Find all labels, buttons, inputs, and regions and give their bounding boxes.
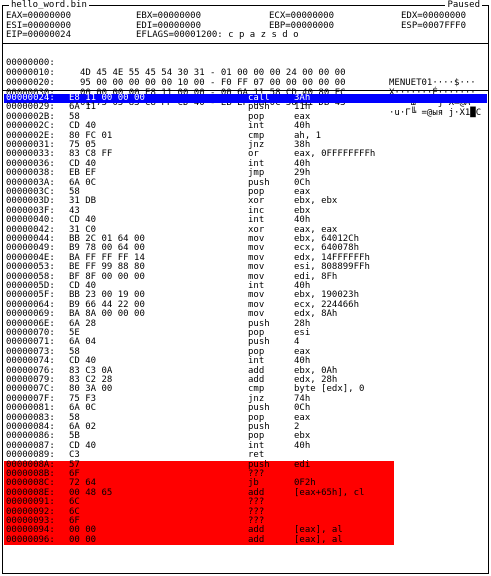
divider xyxy=(3,90,488,91)
instruction-operands: [eax+65h], cl xyxy=(294,487,365,498)
instruction-row[interactable]: 0000008A: 57 push edi xyxy=(4,459,394,470)
hex-bytes: 4D 45 4E 55 45 54 30 31 - 01 00 00 00 24… xyxy=(80,68,346,78)
divider xyxy=(3,43,488,44)
instruction-row[interactable]: 00000096: 00 00 add [eax], al xyxy=(4,534,394,546)
instruction-row[interactable]: 00000058: BF 8F 00 00 00 mov edi, 8Fh xyxy=(4,272,394,282)
instruction-row[interactable]: 00000083: 58 pop eax xyxy=(4,413,394,423)
instruction-row[interactable]: 00000087: CD 40 int 40h xyxy=(4,440,394,451)
instruction-row[interactable]: 0000007C: 80 3A 00 cmp byte [edx], 0 xyxy=(4,384,394,394)
window-title: hello_word.bin xyxy=(9,0,89,11)
registers-panel: EAX=00000000 EBX=00000000 ECX=00000000 E… xyxy=(6,11,484,44)
instruction-row[interactable]: 00000029: 6A 11 push 11h xyxy=(4,102,394,112)
instruction-operands: [eax], al xyxy=(294,534,343,545)
hex-row: 00000010: 95 00 00 00 00 00 10 00 - F0 F… xyxy=(6,58,476,98)
register-eflags: EFLAGS=00001200: c p a z s d o xyxy=(136,30,299,40)
instruction-row[interactable]: 0000008B: 6F??? xyxy=(4,469,394,480)
instruction-address: 00000096: xyxy=(6,534,55,545)
hex-row: 00000030: 01 75 05 83 C8 FF CD 40 - EB E… xyxy=(6,78,481,118)
hex-row: 00000020: 00 00 00 00 E8 11 00 00 - 00 6… xyxy=(6,68,476,108)
instruction-mnemonic: add xyxy=(248,534,265,545)
instruction-row[interactable]: 0000006E: 6A 28 push 28h xyxy=(4,319,394,329)
instruction-row[interactable]: 0000003D: 31 DB xor ebx, ebx xyxy=(4,196,394,206)
title-bar: hello_word.bin Paused xyxy=(3,0,488,11)
instruction-row[interactable]: 00000073: 58 pop eax xyxy=(4,347,394,357)
instruction-row[interactable]: 0000002B: 58 pop eax xyxy=(4,112,394,122)
instruction-row[interactable]: 00000033: 83 C8 FF or eax, 0FFFFFFFFh xyxy=(4,149,394,159)
instruction-operands: 40h xyxy=(294,440,311,451)
instruction-row[interactable]: 00000038: EB EF jmp 29h xyxy=(4,168,394,178)
instruction-row[interactable]: 0000002E: 80 FC 01 cmp ah, 1 xyxy=(4,131,394,141)
instruction-row[interactable]: 00000092: 6C??? xyxy=(4,507,394,517)
debugger-window: hello_word.bin Paused EAX=00000000 EBX=0… xyxy=(2,0,489,574)
register-esp: ESP=0007FFF0 xyxy=(401,20,467,31)
instruction-row[interactable]: 0000003F: 43 inc ebx xyxy=(4,206,394,216)
instruction-row[interactable]: 00000070: 5E pop esi xyxy=(4,328,394,338)
instruction-bytes: 00 00 xyxy=(69,534,97,545)
instruction-row[interactable]: 00000091: 6C??? xyxy=(4,497,394,508)
instruction-row[interactable]: 0000002C: CD 40 int 40h xyxy=(4,121,394,131)
instruction-row[interactable]: 00000071: 6A 04 push 4 xyxy=(4,337,394,347)
instruction-row[interactable]: 00000036: CD 40 int 40h xyxy=(4,159,394,169)
instruction-row[interactable]: 0000007F: 75 F3 jnz 74h xyxy=(4,394,394,404)
hex-ascii: MENUET01····$··· xyxy=(389,78,476,88)
instruction-row[interactable]: 0000003A: 6A 0C push 0Ch xyxy=(4,178,394,188)
debugger-status: Paused xyxy=(445,0,482,11)
register-eip: EIP=00000024 xyxy=(6,30,72,40)
instruction-row[interactable]: 00000089: C3 ret xyxy=(4,450,394,460)
hex-bytes: 95 00 00 00 00 00 10 00 - F0 FF 07 00 00… xyxy=(80,78,346,88)
hex-dump-panel[interactable]: 00000000: 4D 45 4E 55 45 54 30 31 - 01 0… xyxy=(6,48,484,118)
instruction-row[interactable]: 00000081: 6A 0C push 0Ch xyxy=(4,403,394,413)
instruction-row[interactable]: 00000084: 6A 02 push 2 xyxy=(4,422,394,432)
disassembly-panel[interactable]: 00000024: E8 11 00 00 00 call 3Ah 00000029: 6… xyxy=(4,93,487,572)
hex-row: 00000000: 4D 45 4E 55 45 54 30 31 - 01 0… xyxy=(6,48,476,88)
instruction-row[interactable]: 00000086: 5B pop ebx xyxy=(4,431,394,441)
instruction-row[interactable]: 0000008E: 00 48 65 add [eax+65h], cl xyxy=(4,487,394,499)
instruction-operands: edi xyxy=(294,459,311,470)
instruction-row[interactable]: 00000069: BA 8A 00 00 00 mov edx, 8Ah xyxy=(4,309,394,319)
